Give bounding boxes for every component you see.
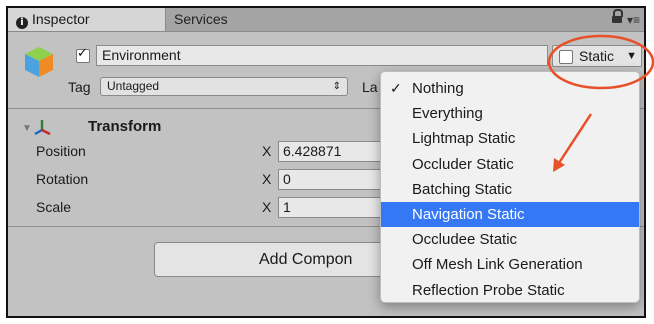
static-label: Static [579,48,615,64]
tag-dropdown[interactable]: Untagged ⇕ [100,77,348,96]
menu-item-label: Off Mesh Link Generation [412,256,583,274]
tag-value: Untagged [107,79,160,93]
static-dropdown[interactable]: Static ▼ [552,45,642,67]
lock-icon[interactable] [612,9,623,23]
menu-item-off-mesh-link-generation[interactable]: Off Mesh Link Generation [381,252,639,277]
scale-x-field[interactable]: 1 [278,197,388,218]
menu-item-navigation-static[interactable]: Navigation Static [381,201,639,228]
foldout-arrow-icon[interactable]: ▼ [22,123,32,134]
static-checkbox[interactable] [559,50,573,64]
dropdown-arrow-icon: ▼ [626,50,637,62]
scale-label: Scale [36,199,72,215]
gameobject-cube-icon [25,47,53,77]
menu-item-reflection-probe-static[interactable]: Reflection Probe Static [381,278,639,303]
object-name-field[interactable]: Environment [96,45,548,66]
menu-icon[interactable]: ▾≡ [627,13,640,27]
tab-bar: i Inspector Services ▾≡ [8,8,644,32]
inspector-window: i Inspector Services ▾≡ Environment Stati… [6,6,646,318]
transform-title: Transform [88,118,162,135]
tab-services-label: Services [174,11,228,27]
position-x-label: X [262,143,272,159]
position-x-field[interactable]: 6.428871 [278,141,388,162]
menu-item-label: Reflection Probe Static [412,281,565,299]
menu-item-occluder-static[interactable]: Occluder Static [381,152,639,177]
rotation-x-field[interactable]: 0 [278,169,388,190]
tag-label: Tag [68,79,91,95]
menu-item-label: Nothing [412,80,464,97]
menu-item-label: Occluder Static [412,155,514,173]
menu-item-everything[interactable]: Everything [381,101,639,126]
checkmark-icon: ✓ [390,80,402,96]
tab-inspector[interactable]: i Inspector [8,8,166,31]
menu-item-label: Everything [412,105,483,123]
rotation-x-label: X [262,171,272,187]
position-label: Position [36,143,86,159]
menu-item-label: Batching Static [412,180,513,198]
updown-arrow-icon: ⇕ [332,81,341,92]
menu-item-occludee-static[interactable]: Occludee Static [381,227,639,252]
active-checkbox[interactable] [76,46,90,63]
transform-icon [34,120,51,136]
info-icon: i [16,17,28,29]
layer-label: La [362,79,378,95]
menu-item-lightmap-static[interactable]: Lightmap Static [381,126,639,151]
tab-inspector-label: Inspector [32,11,90,27]
menu-item-label: Lightmap Static [412,130,516,148]
scale-x-label: X [262,199,272,215]
static-flags-menu: ✓ Nothing Everything Lightmap Static Occl… [380,71,640,303]
rotation-label: Rotation [36,171,89,187]
menu-item-label: Occludee Static [412,231,518,249]
menu-item-label: Navigation Static [412,205,525,223]
menu-item-nothing[interactable]: ✓ Nothing [381,76,639,101]
menu-item-batching-static[interactable]: Batching Static [381,177,639,202]
tab-services[interactable]: Services [166,8,316,31]
